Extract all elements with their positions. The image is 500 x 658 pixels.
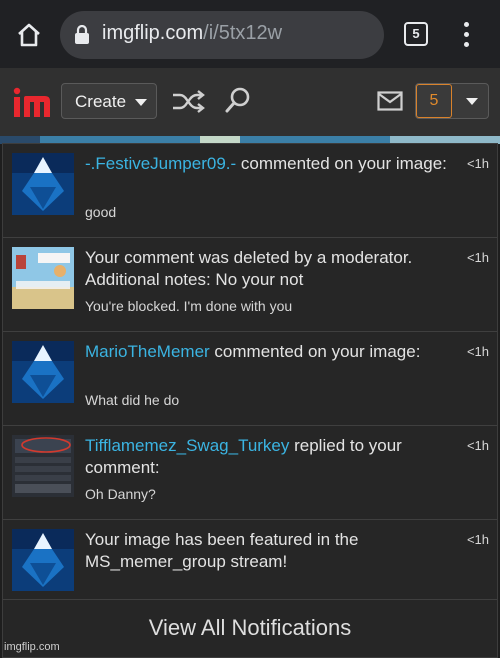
notification-comment: Oh Danny? [85, 486, 156, 502]
notification-comment: You're blocked. I'm done with you [85, 298, 293, 314]
notification-text: MarioTheMemer commented on your image: [85, 341, 450, 363]
notification-thumbnail [12, 153, 74, 215]
user-link[interactable]: -.FestiveJumper09.- [85, 154, 236, 173]
notification-action: commented on your image: [236, 154, 447, 173]
notification-item[interactable]: Your comment was deleted by a moderator.… [3, 238, 497, 332]
notification-time: <1h [466, 438, 489, 453]
address-bar[interactable]: imgflip.com/i/5tx12w [60, 11, 384, 59]
more-menu-icon[interactable] [456, 21, 476, 49]
notification-item[interactable]: Your image has been featured in the MS_m… [3, 520, 497, 600]
notification-comment: What did he do [85, 392, 180, 408]
url-path: /i/5tx12w [203, 22, 283, 44]
url-text: imgflip.com/i/5tx12w [102, 22, 282, 45]
notification-text: -.FestiveJumper09.- commented on your im… [85, 153, 450, 175]
notification-time: <1h [466, 250, 489, 265]
notification-thumbnail [12, 341, 74, 403]
chevron-down-icon[interactable] [466, 98, 478, 105]
browser-toolbar: imgflip.com/i/5tx12w 5 [0, 0, 500, 68]
notification-text: Your comment was deleted by a moderator.… [85, 248, 413, 289]
notifications-button[interactable]: 5 [415, 83, 489, 119]
user-link[interactable]: MarioTheMemer [85, 342, 210, 361]
notification-thumbnail [12, 247, 74, 309]
notification-thumbnail [12, 435, 74, 497]
home-icon[interactable] [14, 20, 44, 50]
notification-comment: good [85, 204, 117, 220]
mail-icon[interactable] [377, 91, 403, 111]
search-icon[interactable] [224, 86, 252, 114]
notification-text: Your image has been featured in the MS_m… [85, 530, 359, 571]
notification-text: Tifflamemez_Swag_Turkey replied to your … [85, 435, 450, 479]
url-domain: imgflip.com [102, 22, 204, 44]
view-all-notifications-link[interactable]: View All Notifications [3, 599, 497, 657]
create-dropdown-button[interactable]: Create [61, 83, 157, 119]
notification-count-badge[interactable]: 5 [416, 84, 452, 118]
create-label: Create [75, 92, 127, 111]
imgflip-logo[interactable] [12, 86, 52, 118]
imgflip-watermark: imgflip.com [4, 641, 60, 653]
shuffle-icon[interactable] [171, 88, 205, 114]
notification-item[interactable]: Tifflamemez_Swag_Turkey replied to your … [3, 426, 497, 520]
notification-time: <1h [466, 344, 489, 359]
notification-item[interactable]: -.FestiveJumper09.- commented on your im… [3, 144, 497, 238]
notification-time: <1h [466, 156, 489, 171]
tab-switcher-button[interactable]: 5 [404, 22, 428, 46]
notification-thumbnail [12, 529, 74, 591]
notifications-dropdown: -.FestiveJumper09.- commented on your im… [2, 143, 498, 658]
chevron-down-icon [135, 99, 147, 106]
site-header: Create 5 [0, 68, 500, 136]
notification-item[interactable]: MarioTheMemer commented on your image: W… [3, 332, 497, 426]
notification-time: <1h [466, 532, 489, 547]
user-link[interactable]: Tifflamemez_Swag_Turkey [85, 436, 289, 455]
notification-action: commented on your image: [209, 342, 421, 361]
lock-icon [74, 24, 90, 45]
